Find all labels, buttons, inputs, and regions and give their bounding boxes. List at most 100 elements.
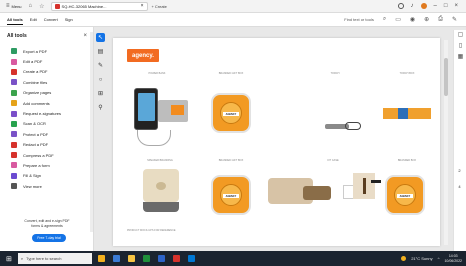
clock[interactable]: 14:03 10/06/2022 (444, 254, 462, 263)
text-select-icon[interactable]: ⊞ (96, 89, 105, 98)
tool-item[interactable]: Prepare a form (11, 160, 61, 170)
menu-sign[interactable]: Sign (65, 15, 73, 24)
menu-label: Menu (11, 3, 22, 9)
comment-icon[interactable]: ▤ (96, 47, 105, 56)
kit-tool (371, 180, 381, 183)
excel-icon[interactable] (142, 255, 150, 262)
badge-label: AGENCY (223, 112, 239, 116)
weather-text[interactable]: 21°C Sunny (411, 256, 432, 261)
windows-start-icon[interactable]: ⊞ (6, 255, 12, 263)
tool-label: Add comments (23, 100, 50, 106)
bell-icon[interactable]: ♪ (411, 3, 414, 9)
menu-button[interactable]: ≡ Menu (6, 3, 22, 9)
file-explorer-icon[interactable] (127, 255, 135, 262)
cursor-icon[interactable]: ↖ (96, 33, 105, 42)
create-button[interactable]: + Create (152, 4, 167, 9)
edit-pen-icon[interactable]: ✎ (452, 16, 457, 23)
tool-label: Scan & OCR (23, 121, 46, 127)
caption-torch: TORCH (330, 72, 340, 75)
tool-icon (11, 79, 17, 86)
document-tab[interactable]: SQ-HC-32065 Machine... × (50, 1, 148, 11)
lasso-icon[interactable]: ○ (96, 75, 105, 84)
speaker-image (143, 169, 179, 202)
tool-item[interactable]: Request e-signatures (11, 108, 61, 118)
panel-title: All tools (7, 33, 27, 39)
menu-all-tools[interactable]: All tools (7, 15, 23, 25)
create-label: Create (154, 3, 167, 9)
tool-label: Protect a PDF (23, 131, 49, 137)
minimize-icon[interactable]: – (434, 3, 437, 9)
badge-label: AGENCY (223, 194, 239, 198)
tool-item[interactable]: Fill & Sign (11, 171, 61, 181)
phone-screen (138, 93, 155, 121)
page-scrollbar[interactable] (444, 40, 448, 245)
task-view-icon[interactable] (112, 255, 120, 262)
tool-item[interactable]: View more (11, 181, 61, 191)
cable-image (137, 130, 171, 146)
page-number[interactable]: 2 (453, 168, 466, 173)
tool-item[interactable]: Protect a PDF (11, 129, 61, 139)
taskbar-search[interactable]: ⌕ Type here to search (17, 253, 92, 264)
tool-label: Fill & Sign (23, 173, 42, 179)
close-tab-icon[interactable]: × (141, 3, 144, 9)
speaker-logo (156, 182, 166, 190)
tool-label: Edit a PDF (23, 59, 43, 65)
weather-app-icon[interactable] (97, 255, 105, 262)
tool-item[interactable]: Create a PDF (11, 67, 61, 77)
tool-item[interactable]: Redact a PDF (11, 140, 61, 150)
gift-box-badge-3: AGENCY (385, 175, 425, 215)
highlight-icon[interactable]: ✎ (96, 61, 105, 70)
star-icon[interactable]: ☆ (39, 3, 44, 10)
tool-icon (11, 120, 17, 127)
caption-gift-box-1: BRANDED GIFT BOX (218, 72, 244, 75)
edge-icon[interactable] (187, 255, 195, 262)
tool-label: View more (23, 183, 42, 189)
tool-icon (11, 141, 17, 148)
torch-box-stripe (398, 108, 408, 119)
quick-tools-rail: ↖ ▤ ✎ ○ ⊞ ⚲ (96, 33, 108, 117)
badge-circle: AGENCY (394, 184, 416, 206)
search-icon[interactable]: ⌕ (383, 16, 386, 23)
plus-icon: + (151, 3, 154, 9)
windows-taskbar: ⊞ ⌕ Type here to search 21°C Sunny ^ 14:… (0, 251, 466, 266)
ai-assistant-icon[interactable]: ▭ (395, 16, 401, 23)
find-text-button[interactable]: Find text or tools (344, 17, 374, 22)
tool-label: Export a PDF (23, 48, 48, 54)
stamp-icon[interactable]: ⚲ (96, 103, 105, 112)
hamburger-icon: ≡ (6, 3, 10, 9)
print-icon[interactable]: ⎙ (438, 16, 443, 23)
help-icon[interactable] (397, 3, 404, 9)
bookmark-icon[interactable]: ▯ (454, 41, 466, 52)
tool-item[interactable]: Export a PDF (11, 46, 61, 56)
tool-item[interactable]: Edit a PDF (11, 56, 61, 66)
tool-item[interactable]: Organize pages (11, 88, 61, 98)
menu-convert[interactable]: Convert (44, 15, 58, 24)
kit-case-strap (303, 186, 331, 200)
share-icon[interactable]: ⊕ (424, 16, 429, 23)
free-trial-button[interactable]: Free 7-day trial (32, 234, 66, 242)
grid-icon[interactable]: ▦ (454, 52, 466, 63)
tool-item[interactable]: Combine files (11, 77, 61, 87)
acrobat-icon[interactable] (172, 255, 180, 262)
avatar[interactable] (420, 3, 427, 9)
power-bank-image (134, 88, 158, 130)
badge-label: AGENCY (397, 194, 413, 198)
tool-item[interactable]: Add comments (11, 98, 61, 108)
maximize-icon[interactable]: □ (444, 3, 448, 9)
agency-logo: agency. (127, 49, 159, 62)
title-bar: ≡ Menu ⌂ ☆ SQ-HC-32065 Machine... × + Cr… (0, 0, 466, 13)
close-panel-icon[interactable]: × (83, 33, 87, 39)
comments-icon[interactable]: ▢ (454, 30, 466, 41)
close-icon[interactable]: × (454, 3, 458, 9)
tool-item[interactable]: Scan & OCR (11, 119, 61, 129)
tool-item[interactable]: Compress a PDF (11, 150, 61, 160)
word-icon[interactable] (157, 255, 165, 262)
tray-arrow-icon[interactable]: ^ (438, 256, 440, 261)
home-icon[interactable]: ⌂ (29, 3, 33, 9)
tool-icon (11, 68, 17, 75)
scrollbar-thumb[interactable] (444, 58, 448, 96)
tool-icon (11, 183, 17, 190)
menu-edit[interactable]: Edit (30, 15, 37, 24)
view-icon[interactable]: ◉ (410, 16, 415, 23)
panel-scrollbar[interactable] (90, 32, 93, 232)
